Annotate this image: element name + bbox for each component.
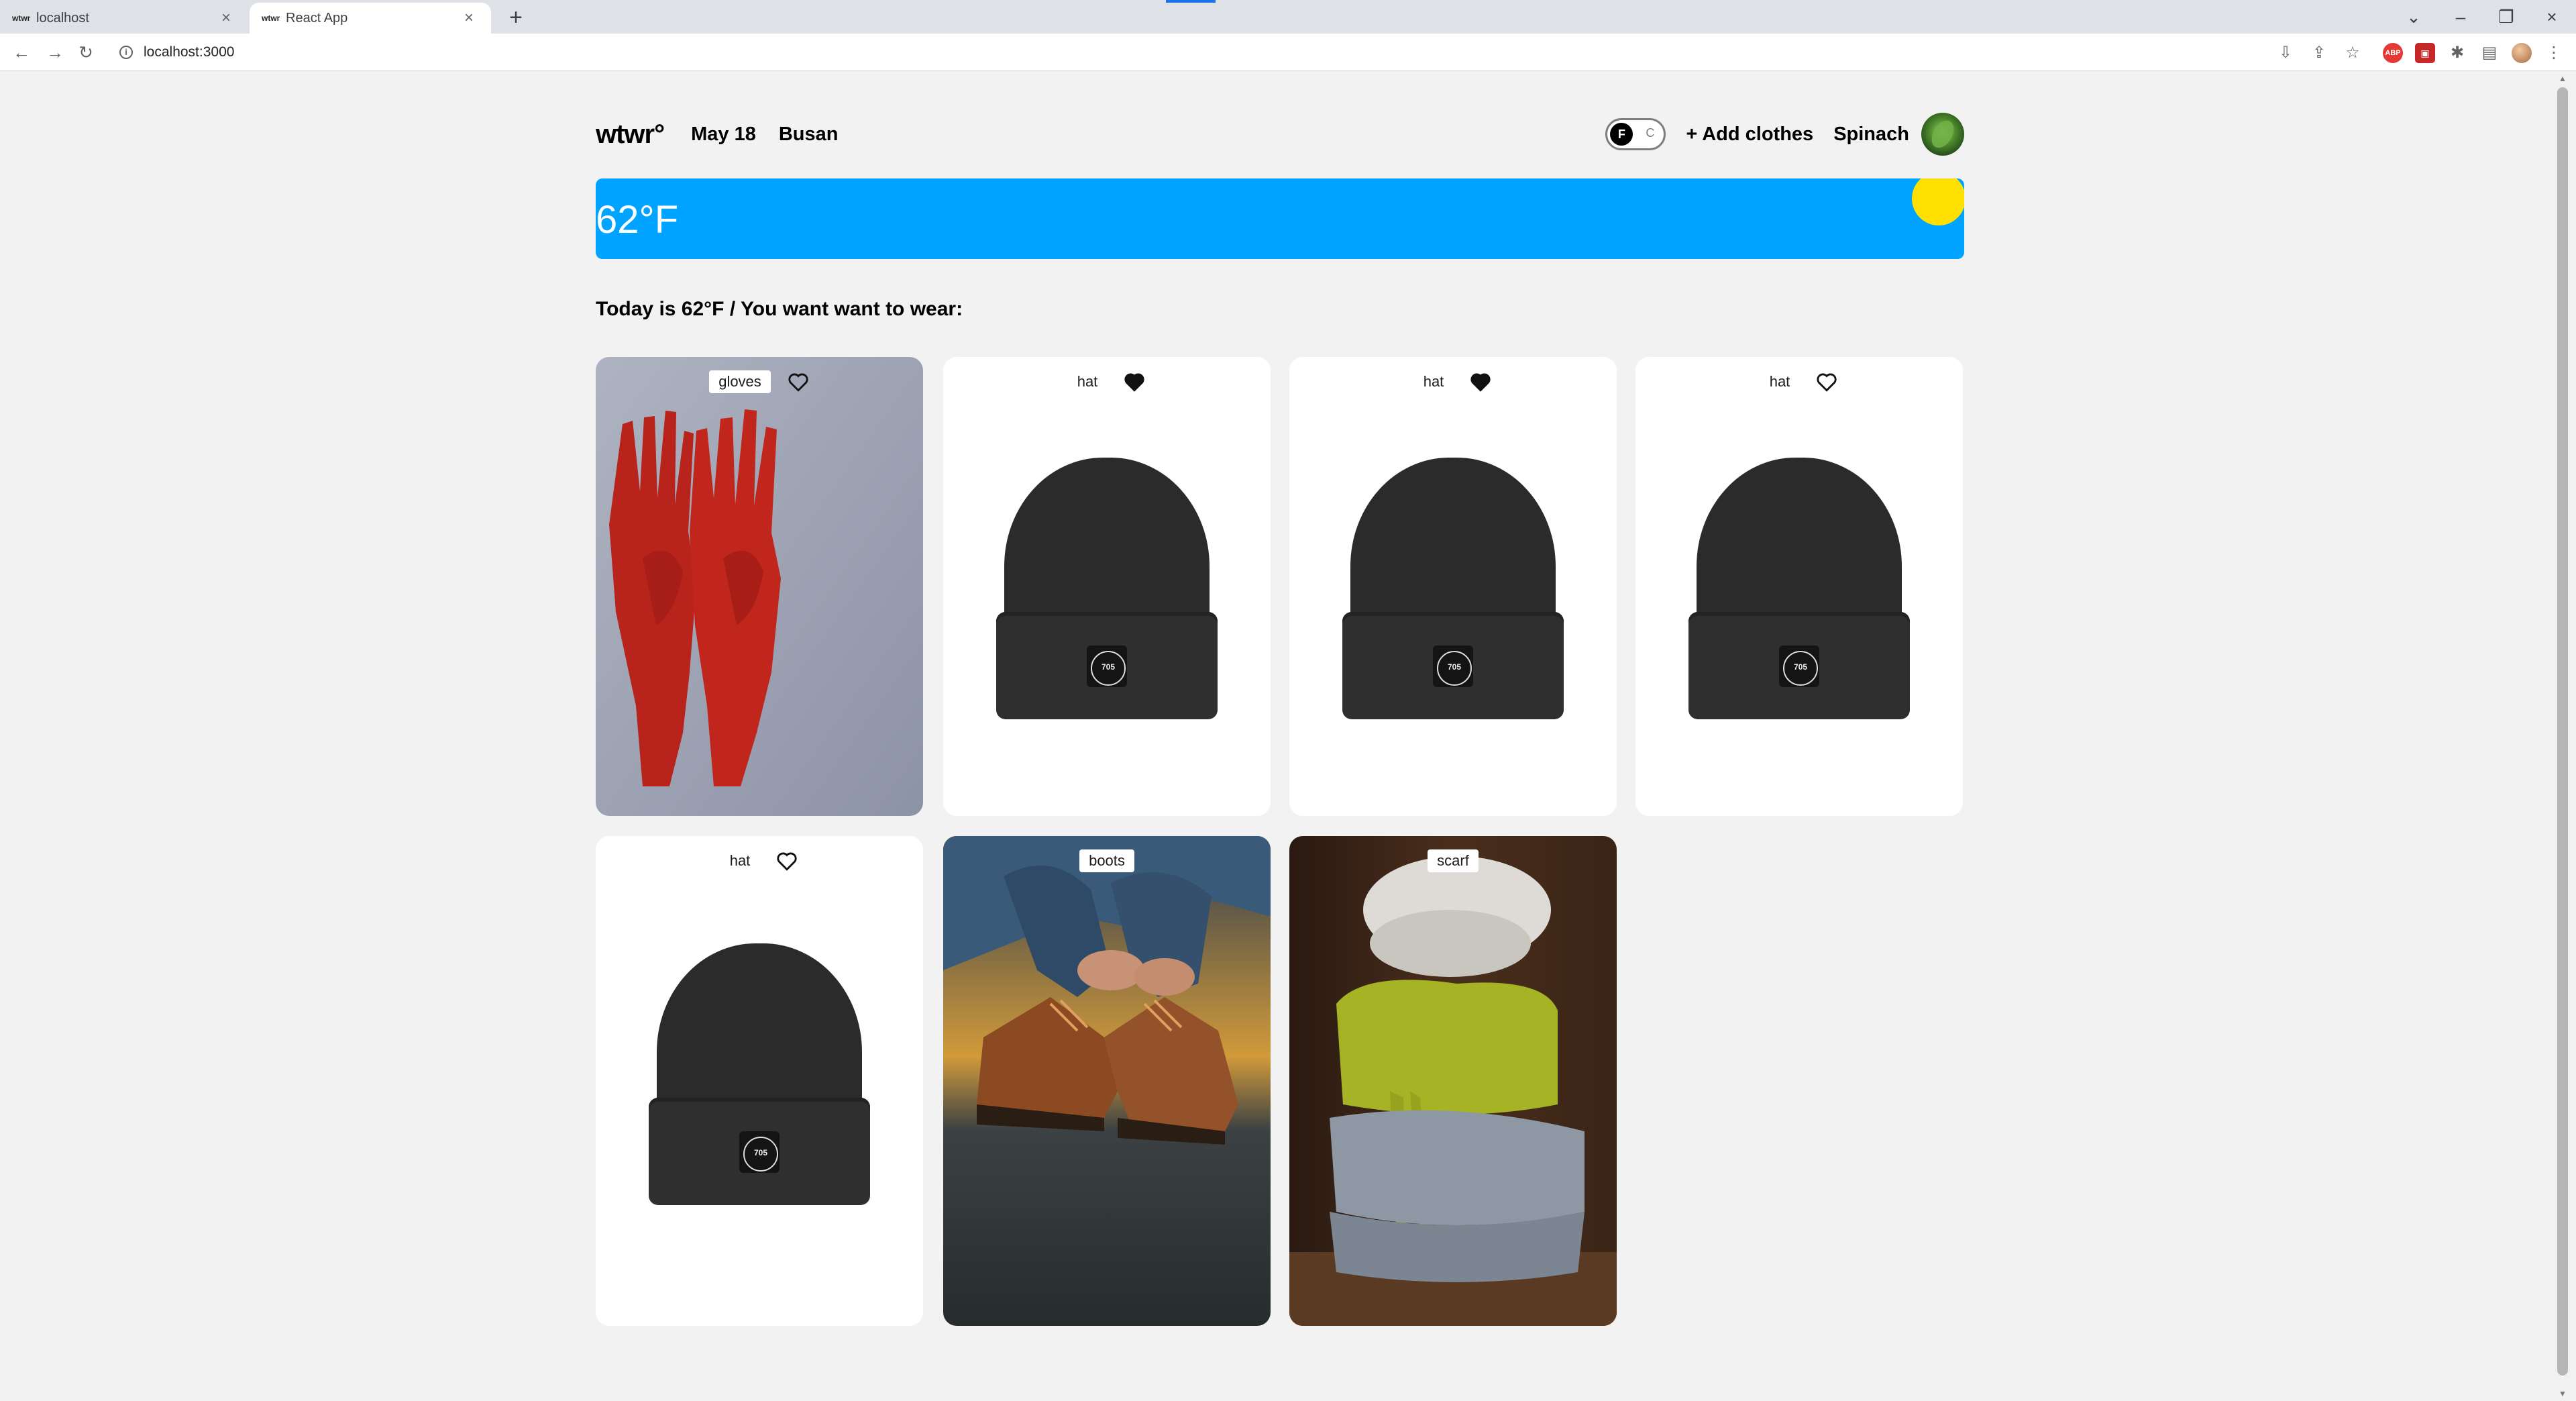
current-date: May 18 <box>691 123 756 145</box>
beanie-image <box>649 943 870 1205</box>
avatar[interactable] <box>1921 113 1964 156</box>
card-name-label: hat <box>729 852 751 869</box>
like-heart-icon[interactable] <box>1815 370 1838 393</box>
menu-kebab-icon[interactable]: ⋮ <box>2544 43 2564 63</box>
clothing-card-gloves[interactable]: gloves <box>596 357 923 816</box>
tab-title: localhost <box>36 10 89 25</box>
sun-icon <box>1912 178 1964 225</box>
site-favicon-icon: wtwr <box>12 13 31 23</box>
clothing-card-hat[interactable]: hat <box>1289 357 1617 816</box>
app-logo[interactable]: wtwr° <box>596 119 665 150</box>
beanie-image <box>996 458 1218 719</box>
scroll-down-icon[interactable]: ▼ <box>2557 1389 2568 1398</box>
browser-tab-localhost[interactable]: wtwr localhost × <box>0 3 248 34</box>
username[interactable]: Spinach <box>1833 123 1909 146</box>
reload-icon[interactable]: ↻ <box>72 39 99 66</box>
card-name-label: hat <box>1077 373 1098 390</box>
current-city: Busan <box>778 123 839 145</box>
unit-toggle-knob: F <box>1610 123 1633 146</box>
close-window-icon[interactable]: × <box>2532 3 2572 31</box>
bookmark-star-icon[interactable]: ☆ <box>2343 43 2363 63</box>
minimize-icon[interactable]: – <box>2440 3 2481 31</box>
back-icon[interactable]: ← <box>8 39 35 66</box>
address-bar: ← → ↻ i localhost:3000 ⇩ ⇪ ☆ ABP ▣ ✱ ▤ ⋮ <box>0 34 2576 71</box>
clothing-card-hat[interactable]: hat <box>943 357 1271 816</box>
card-header: scarf <box>1289 849 1617 872</box>
app-header: wtwr° May 18 Busan F C + Add clothes Spi… <box>596 106 1964 162</box>
boots-image <box>943 836 1271 1326</box>
tab-search-icon[interactable]: ⌄ <box>2394 3 2434 31</box>
site-favicon-icon: wtwr <box>262 13 280 23</box>
profile-avatar-icon[interactable] <box>2512 43 2532 63</box>
browser-tab-strip: wtwr localhost × wtwr React App × + ⌄ – … <box>0 0 2576 34</box>
card-header: hat <box>943 370 1271 393</box>
card-name-label: hat <box>1769 373 1790 390</box>
temperature-unit-toggle[interactable]: F C <box>1605 118 1666 150</box>
close-tab-icon[interactable]: × <box>459 9 479 28</box>
add-clothes-button[interactable]: + Add clothes <box>1686 123 1813 146</box>
browser-tab-react-app[interactable]: wtwr React App × <box>250 3 491 34</box>
tab-title: React App <box>286 10 348 25</box>
scarf-image <box>1289 836 1617 1326</box>
card-header: gloves <box>596 370 923 393</box>
card-header: boots <box>943 849 1271 872</box>
beanie-image <box>1688 458 1910 719</box>
site-info-icon[interactable]: i <box>119 46 133 59</box>
card-header: hat <box>1635 370 1963 393</box>
recommendation-heading: Today is 62°F / You want want to wear: <box>596 298 963 320</box>
clothing-card-scarf[interactable]: scarf <box>1289 836 1617 1326</box>
liked-heart-icon[interactable] <box>1469 370 1492 393</box>
card-header: hat <box>596 849 923 872</box>
new-tab-button[interactable]: + <box>500 3 531 34</box>
clothing-card-hat[interactable]: hat <box>596 836 923 1326</box>
card-name-label: hat <box>1423 373 1444 390</box>
weather-temperature: 62°F <box>596 198 679 242</box>
weather-card: 62°F <box>596 178 1964 259</box>
header-actions: F C + Add clothes Spinach <box>1605 113 1964 156</box>
clothing-card-hat[interactable]: hat <box>1635 357 1963 816</box>
card-name-label: scarf <box>1428 849 1479 872</box>
gloves-image <box>596 357 923 816</box>
url-field[interactable]: i localhost:3000 <box>110 39 2270 66</box>
adblock-extension-icon[interactable]: ABP <box>2383 43 2403 63</box>
install-icon[interactable]: ⇩ <box>2275 43 2296 63</box>
beanie-image <box>1342 458 1564 719</box>
unit-toggle-alt-label: C <box>1646 126 1655 140</box>
like-heart-icon[interactable] <box>787 370 810 393</box>
clothing-card-boots[interactable]: boots <box>943 836 1271 1326</box>
extensions-puzzle-icon[interactable]: ✱ <box>2447 43 2467 63</box>
card-name-label: gloves <box>709 370 771 393</box>
page-viewport: wtwr° May 18 Busan F C + Add clothes Spi… <box>0 71 2549 1401</box>
like-heart-icon[interactable] <box>775 849 798 872</box>
scrollbar-thumb[interactable] <box>2557 87 2568 1376</box>
tab-strip-indicator <box>1166 0 1216 3</box>
page-scrollbar[interactable]: ▲ ▼ <box>2549 71 2576 1401</box>
card-name-label: boots <box>1079 849 1134 872</box>
scroll-up-icon[interactable]: ▲ <box>2557 74 2568 83</box>
red-extension-icon[interactable]: ▣ <box>2415 43 2435 63</box>
url-text: localhost:3000 <box>144 44 235 60</box>
forward-icon[interactable]: → <box>42 39 68 66</box>
card-header: hat <box>1289 370 1617 393</box>
liked-heart-icon[interactable] <box>1123 370 1146 393</box>
close-tab-icon[interactable]: × <box>216 9 236 28</box>
share-icon[interactable]: ⇪ <box>2309 43 2329 63</box>
side-panel-icon[interactable]: ▤ <box>2479 43 2500 63</box>
restore-icon[interactable]: ❐ <box>2486 3 2526 31</box>
